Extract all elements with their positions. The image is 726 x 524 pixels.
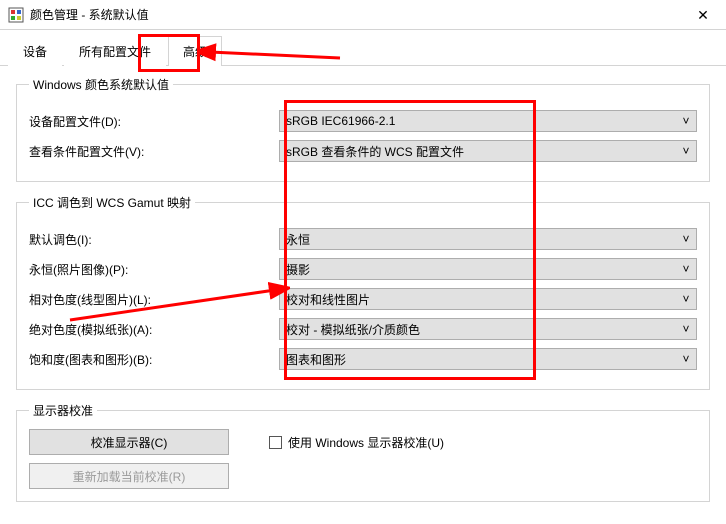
titlebar: 颜色管理 - 系统默认值 ✕ xyxy=(0,0,726,30)
perceptual-label: 永恒(照片图像)(P): xyxy=(29,261,279,278)
chevron-down-icon: ˅ xyxy=(680,233,692,245)
viewing-profile-combo[interactable]: sRGB 查看条件的 WCS 配置文件 ˅ xyxy=(279,140,697,162)
row-default-intent: 默认调色(I): 永恒 ˅ xyxy=(29,227,697,251)
group-legend: Windows 颜色系统默认值 xyxy=(29,76,173,93)
chevron-down-icon: ˅ xyxy=(680,353,692,365)
group-icc-gamut: ICC 调色到 WCS Gamut 映射 默认调色(I): 永恒 ˅ 永恒(照片… xyxy=(16,194,710,390)
chevron-down-icon: ˅ xyxy=(680,293,692,305)
combo-value: 永恒 xyxy=(286,231,310,248)
combo-value: sRGB IEC61966-2.1 xyxy=(286,114,395,128)
chevron-down-icon: ˅ xyxy=(680,263,692,275)
row-absolute: 绝对色度(模拟纸张)(A): 校对 - 模拟纸张/介质颜色 ˅ xyxy=(29,317,697,341)
combo-value: sRGB 查看条件的 WCS 配置文件 xyxy=(286,143,464,160)
chevron-down-icon: ˅ xyxy=(680,115,692,127)
button-label: 校准显示器(C) xyxy=(91,434,168,451)
combo-value: 校对 - 模拟纸张/介质颜色 xyxy=(286,321,420,338)
default-intent-combo[interactable]: 永恒 ˅ xyxy=(279,228,697,250)
button-label: 重新加载当前校准(R) xyxy=(73,468,186,485)
calibration-row-2: 重新加载当前校准(R) xyxy=(29,463,697,489)
group-windows-defaults: Windows 颜色系统默认值 设备配置文件(D): sRGB IEC61966… xyxy=(16,76,710,182)
checkbox-box xyxy=(269,436,282,449)
chevron-down-icon: ˅ xyxy=(680,145,692,157)
group-display-calibration: 显示器校准 校准显示器(C) 使用 Windows 显示器校准(U) 重新加载当… xyxy=(16,402,710,502)
row-viewing-profile: 查看条件配置文件(V): sRGB 查看条件的 WCS 配置文件 ˅ xyxy=(29,139,697,163)
content-area: Windows 颜色系统默认值 设备配置文件(D): sRGB IEC61966… xyxy=(0,66,726,524)
group-legend: ICC 调色到 WCS Gamut 映射 xyxy=(29,194,195,211)
tab-advanced[interactable]: 高级 xyxy=(168,36,222,66)
relative-label: 相对色度(线型图片)(L): xyxy=(29,291,279,308)
tab-devices[interactable]: 设备 xyxy=(8,36,62,66)
combo-value: 校对和线性图片 xyxy=(286,291,370,308)
viewing-profile-label: 查看条件配置文件(V): xyxy=(29,143,279,160)
absolute-label: 绝对色度(模拟纸张)(A): xyxy=(29,321,279,338)
default-intent-label: 默认调色(I): xyxy=(29,231,279,248)
tab-label: 设备 xyxy=(23,45,47,59)
row-device-profile: 设备配置文件(D): sRGB IEC61966-2.1 ˅ xyxy=(29,109,697,133)
row-saturation: 饱和度(图表和图形)(B): 图表和图形 ˅ xyxy=(29,347,697,371)
relative-combo[interactable]: 校对和线性图片 ˅ xyxy=(279,288,697,310)
device-profile-label: 设备配置文件(D): xyxy=(29,113,279,130)
reload-calibration-button: 重新加载当前校准(R) xyxy=(29,463,229,489)
calibration-row-1: 校准显示器(C) 使用 Windows 显示器校准(U) xyxy=(29,429,697,455)
tab-label: 所有配置文件 xyxy=(79,45,151,59)
close-button[interactable]: ✕ xyxy=(680,0,726,30)
saturation-label: 饱和度(图表和图形)(B): xyxy=(29,351,279,368)
app-icon xyxy=(8,7,24,23)
tab-label: 高级 xyxy=(183,45,207,59)
chevron-down-icon: ˅ xyxy=(680,323,692,335)
absolute-combo[interactable]: 校对 - 模拟纸张/介质颜色 ˅ xyxy=(279,318,697,340)
use-windows-calibration-checkbox[interactable]: 使用 Windows 显示器校准(U) xyxy=(269,434,444,451)
calibrate-display-button[interactable]: 校准显示器(C) xyxy=(29,429,229,455)
row-relative: 相对色度(线型图片)(L): 校对和线性图片 ˅ xyxy=(29,287,697,311)
combo-value: 摄影 xyxy=(286,261,310,278)
combo-value: 图表和图形 xyxy=(286,351,346,368)
perceptual-combo[interactable]: 摄影 ˅ xyxy=(279,258,697,280)
saturation-combo[interactable]: 图表和图形 ˅ xyxy=(279,348,697,370)
window-title: 颜色管理 - 系统默认值 xyxy=(30,6,149,23)
tabstrip: 设备 所有配置文件 高级 xyxy=(0,30,726,66)
close-icon: ✕ xyxy=(697,7,709,24)
group-legend: 显示器校准 xyxy=(29,402,97,419)
row-perceptual: 永恒(照片图像)(P): 摄影 ˅ xyxy=(29,257,697,281)
device-profile-combo[interactable]: sRGB IEC61966-2.1 ˅ xyxy=(279,110,697,132)
tab-all-profiles[interactable]: 所有配置文件 xyxy=(64,36,166,66)
checkbox-label: 使用 Windows 显示器校准(U) xyxy=(288,434,444,451)
